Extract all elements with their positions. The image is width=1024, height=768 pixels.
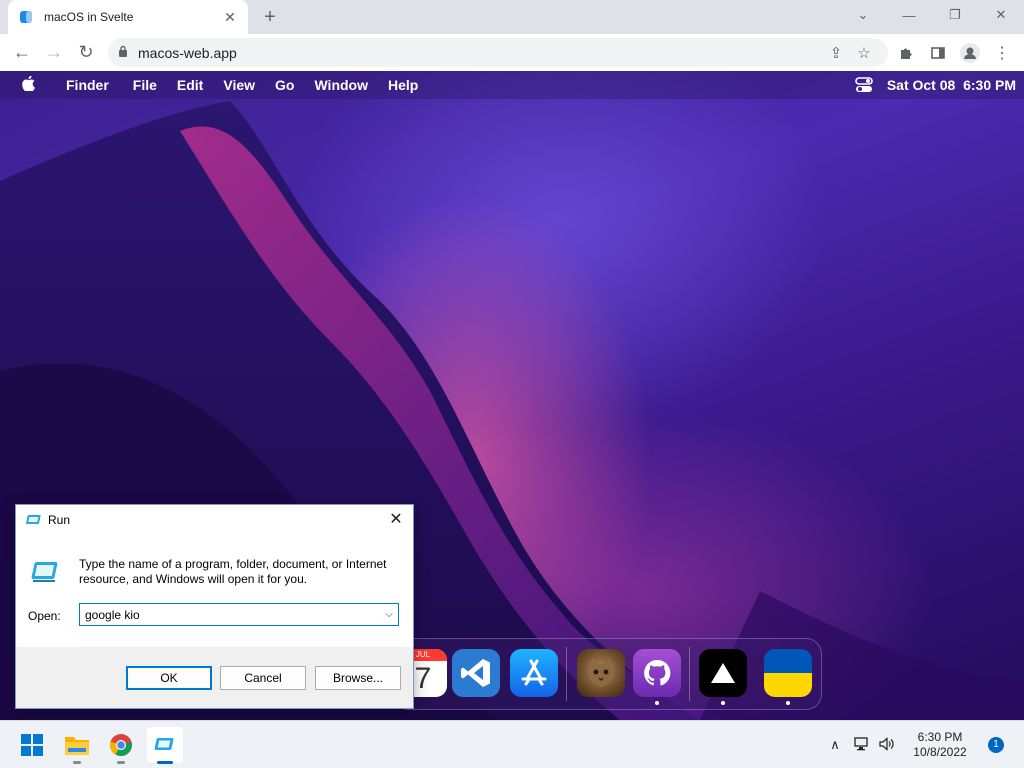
menu-help[interactable]: Help [378, 77, 428, 93]
menubar-right: Sat Oct 08 6:30 PM [855, 71, 1016, 99]
menu-window[interactable]: Window [304, 77, 378, 93]
browser-menu-icon[interactable]: ⋮ [986, 38, 1018, 67]
dock-vscode-icon[interactable] [452, 649, 500, 697]
windows-start-icon[interactable] [14, 727, 50, 763]
extensions-puzzle-icon[interactable] [890, 38, 922, 67]
address-bar[interactable]: macos-web.app ⇪ ☆ [108, 38, 888, 67]
taskbar-run-icon[interactable] [147, 727, 183, 763]
macos-menubar: Finder File Edit View Go Window Help Sat… [0, 71, 1024, 99]
run-body: Type the name of a program, folder, docu… [16, 535, 413, 647]
dock-github-icon[interactable] [633, 649, 681, 697]
run-titlebar[interactable]: Run [16, 505, 413, 535]
menu-view[interactable]: View [213, 77, 265, 93]
dock-running-indicator [721, 701, 725, 705]
toolbar-right: ⋮ [890, 38, 1018, 67]
run-description: Type the name of a program, folder, docu… [79, 557, 387, 586]
chevron-up-icon[interactable]: ∧ [822, 737, 848, 753]
taskbar-time: 6:30 PM [917, 730, 963, 744]
menu-finder[interactable]: Finder [56, 77, 123, 93]
tab-close-icon[interactable]: ✕ [222, 9, 238, 26]
browse-button[interactable]: Browse... [315, 666, 401, 690]
control-center-icon[interactable] [855, 77, 873, 93]
file-explorer-icon[interactable] [59, 727, 95, 763]
windows-taskbar: ∧ 6:30 PM 10/8/2022 1 [0, 720, 1024, 768]
dock-running-indicator [655, 701, 659, 705]
restore-icon[interactable]: ❐ [932, 0, 978, 30]
dock-vercel-triangle-icon[interactable] [699, 649, 747, 697]
browser-toolbar: ← → ↻ macos-web.app ⇪ ☆ ⋮ [0, 34, 1024, 71]
run-dialog: Run ✕ Type the name of a program, folder… [15, 504, 414, 709]
run-open-input[interactable]: google kio ⌵ [79, 603, 399, 626]
reload-icon[interactable]: ↻ [70, 37, 102, 69]
lock-icon[interactable] [118, 44, 128, 62]
dock-separator [566, 647, 567, 701]
window-controls: ⌄ — ❐ ✕ [840, 0, 1024, 34]
tab-title: macOS in Svelte [44, 10, 134, 24]
minimize-icon[interactable]: — [886, 0, 932, 30]
dock-cat-photo-icon[interactable] [577, 649, 625, 697]
volume-icon[interactable] [874, 736, 900, 754]
dock-separator [689, 647, 690, 701]
chevron-down-icon[interactable]: ⌵ [380, 609, 398, 620]
run-open-label: Open: [28, 609, 61, 623]
taskbar-app-indicator [73, 761, 81, 764]
profile-avatar-icon[interactable] [954, 38, 986, 67]
dock-appstore-icon[interactable] [510, 649, 558, 697]
taskbar-clock[interactable]: 6:30 PM 10/8/2022 [900, 730, 980, 760]
notification-badge[interactable]: 1 [988, 737, 1004, 753]
run-large-icon [30, 561, 60, 588]
macos-dock: JUL 7 [392, 638, 822, 710]
taskbar-app-indicator [117, 761, 125, 764]
side-panel-icon[interactable] [922, 38, 954, 67]
dock-ukraine-flag-icon[interactable] [764, 649, 812, 697]
browser-tabstrip: macOS in Svelte ✕ + ⌄ — ❐ ✕ [0, 0, 1024, 34]
new-tab-button[interactable]: + [258, 5, 282, 29]
dock-running-indicator [786, 701, 790, 705]
menubar-datetime[interactable]: Sat Oct 08 6:30 PM [887, 77, 1016, 93]
menu-file[interactable]: File [123, 77, 167, 93]
run-close-icon[interactable]: ✕ [385, 509, 407, 531]
share-icon[interactable]: ⇪ [822, 44, 850, 62]
system-tray: ∧ 6:30 PM 10/8/2022 1 [822, 721, 1024, 768]
network-icon[interactable] [848, 736, 874, 754]
finder-favicon-icon [18, 9, 34, 25]
taskbar-date: 10/8/2022 [913, 745, 967, 759]
run-title: Run [48, 513, 71, 527]
run-input-value[interactable]: google kio [85, 608, 380, 622]
close-window-icon[interactable]: ✕ [978, 0, 1024, 30]
forward-icon[interactable]: → [38, 37, 70, 69]
tab-search-icon[interactable]: ⌄ [840, 0, 886, 30]
menu-go[interactable]: Go [265, 77, 304, 93]
menu-edit[interactable]: Edit [167, 77, 213, 93]
back-icon[interactable]: ← [6, 37, 38, 69]
taskbar-active-indicator [157, 761, 173, 764]
bookmark-star-icon[interactable]: ☆ [850, 44, 878, 62]
url-text[interactable]: macos-web.app [138, 45, 822, 61]
chrome-icon[interactable] [103, 727, 139, 763]
ok-button[interactable]: OK [126, 666, 212, 690]
apple-logo-icon[interactable] [0, 75, 56, 95]
run-app-icon [26, 514, 42, 526]
cancel-button[interactable]: Cancel [220, 666, 306, 690]
browser-tab[interactable]: macOS in Svelte ✕ [8, 0, 248, 34]
